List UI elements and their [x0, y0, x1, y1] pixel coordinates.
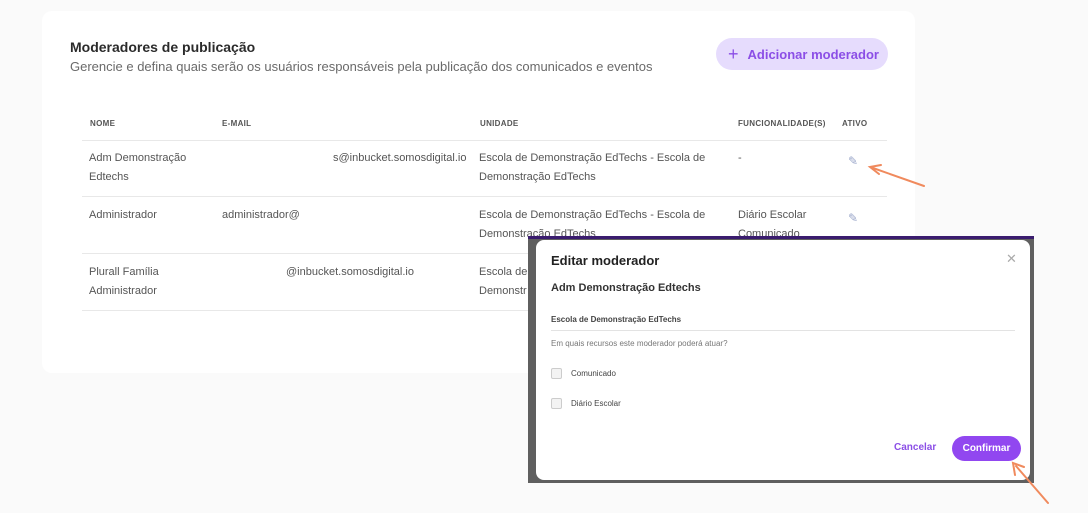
- annotation-arrows: [867, 164, 1049, 504]
- annotation-arrow-line: [1015, 465, 1049, 504]
- annotation-arrow-line: [872, 167, 925, 187]
